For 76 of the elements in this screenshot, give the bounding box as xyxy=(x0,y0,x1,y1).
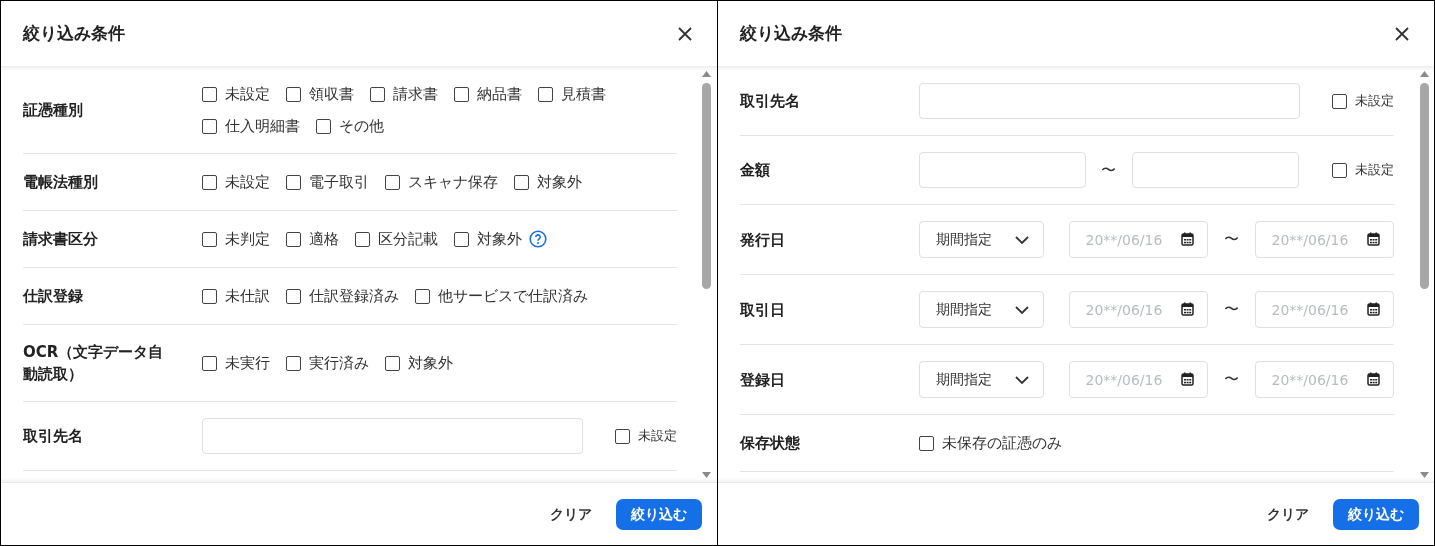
amount-field[interactable] xyxy=(1131,152,1299,188)
checkbox[interactable]: 未仕訳 xyxy=(202,285,270,307)
checkbox[interactable]: 未保存の証憑のみ xyxy=(918,432,1062,454)
amount-field[interactable] xyxy=(918,152,1086,188)
checkbox[interactable]: 未設定 xyxy=(614,425,677,447)
checkbox[interactable]: 仕入明細書 xyxy=(202,115,300,137)
calendar-icon[interactable] xyxy=(1366,302,1380,316)
checkbox[interactable]: 実行済み xyxy=(286,352,369,374)
calendar-icon[interactable] xyxy=(1366,372,1380,386)
field-label: 保存状態 xyxy=(739,433,801,454)
dialog-title: 絞り込み条件 xyxy=(739,21,842,45)
range-separator: 〜 xyxy=(1222,229,1240,251)
range-separator: 〜 xyxy=(1222,369,1240,391)
field-label: 取引先名 xyxy=(23,426,84,447)
scroll-up-icon[interactable] xyxy=(702,71,711,77)
checkbox[interactable]: 電子取引 xyxy=(286,171,369,193)
checkbox[interactable]: 納品書 xyxy=(454,83,522,105)
field-label: 取引先名 xyxy=(739,91,801,112)
range-separator: 〜 xyxy=(1222,299,1240,321)
date-field[interactable]: 20**/06/16 xyxy=(1068,361,1208,398)
apply-button[interactable]: 絞り込む xyxy=(1333,498,1419,530)
checkbox[interactable]: 見積書 xyxy=(538,83,606,105)
date-field[interactable]: 20**/06/16 xyxy=(1068,221,1208,258)
checkbox[interactable]: 未設定 xyxy=(1332,159,1394,181)
field-label: 仕訳登録 xyxy=(23,286,84,307)
period-select[interactable]: 期間指定 xyxy=(918,221,1044,258)
clear-button[interactable]: クリア xyxy=(1259,499,1317,529)
checkbox[interactable]: 未設定 xyxy=(1332,90,1394,112)
checkbox[interactable]: 未実行 xyxy=(202,352,270,374)
text-field[interactable] xyxy=(918,83,1300,119)
scrollbar-thumb[interactable] xyxy=(1419,83,1429,289)
checkbox[interactable]: 請求書 xyxy=(370,83,438,105)
text-field[interactable] xyxy=(202,418,583,454)
date-field[interactable]: 20**/06/16 xyxy=(1254,291,1394,328)
scrollbar-thumb[interactable] xyxy=(702,83,711,289)
chevron-down-icon xyxy=(1014,305,1029,314)
calendar-icon[interactable] xyxy=(1366,232,1380,246)
checkbox[interactable]: 他サービスで仕訳済み xyxy=(415,285,588,307)
scroll-down-icon[interactable] xyxy=(702,472,711,478)
chevron-down-icon xyxy=(1014,375,1029,384)
checkbox[interactable]: 領収書 xyxy=(286,83,354,105)
checkbox[interactable]: 対象外 xyxy=(454,228,522,250)
field-label: 登録日 xyxy=(739,369,786,391)
period-select[interactable]: 期間指定 xyxy=(918,361,1044,398)
field-label: 金額 xyxy=(739,160,771,181)
checkbox[interactable]: 未設定 xyxy=(202,83,270,105)
checkbox[interactable]: 区分記載 xyxy=(355,228,438,250)
checkbox[interactable]: 対象外 xyxy=(385,352,453,374)
scroll-down-icon[interactable] xyxy=(1419,472,1429,478)
checkbox[interactable]: 未判定 xyxy=(202,228,270,250)
field-label: 電帳法種別 xyxy=(23,172,99,193)
help-icon[interactable] xyxy=(529,230,547,248)
field-label: OCR（文字データ自動読取） xyxy=(23,342,165,385)
range-separator: 〜 xyxy=(1100,159,1117,181)
scroll-up-icon[interactable] xyxy=(1419,71,1429,77)
field-label: 請求書区分 xyxy=(23,229,99,250)
chevron-down-icon xyxy=(1014,235,1029,244)
period-select[interactable]: 期間指定 xyxy=(918,291,1044,328)
checkbox[interactable]: 未設定 xyxy=(202,171,270,193)
checkbox[interactable]: 仕訳登録済み xyxy=(286,285,399,307)
date-field[interactable]: 20**/06/16 xyxy=(1068,291,1208,328)
checkbox[interactable]: スキャナ保存 xyxy=(385,171,498,193)
field-label: 証憑種別 xyxy=(23,100,84,121)
field-label: 発行日 xyxy=(739,229,786,251)
calendar-icon[interactable] xyxy=(1180,372,1194,386)
calendar-icon[interactable] xyxy=(1180,232,1194,246)
calendar-icon[interactable] xyxy=(1180,302,1194,316)
checkbox[interactable]: その他 xyxy=(316,115,384,137)
field-label: 取引日 xyxy=(739,299,786,321)
date-field[interactable]: 20**/06/16 xyxy=(1254,221,1394,258)
dialog-title: 絞り込み条件 xyxy=(23,21,125,45)
checkbox[interactable]: 対象外 xyxy=(514,171,582,193)
checkbox[interactable]: 適格 xyxy=(286,228,339,250)
clear-button[interactable]: クリア xyxy=(541,499,600,529)
date-field[interactable]: 20**/06/16 xyxy=(1254,361,1394,398)
apply-button[interactable]: 絞り込む xyxy=(615,498,702,530)
